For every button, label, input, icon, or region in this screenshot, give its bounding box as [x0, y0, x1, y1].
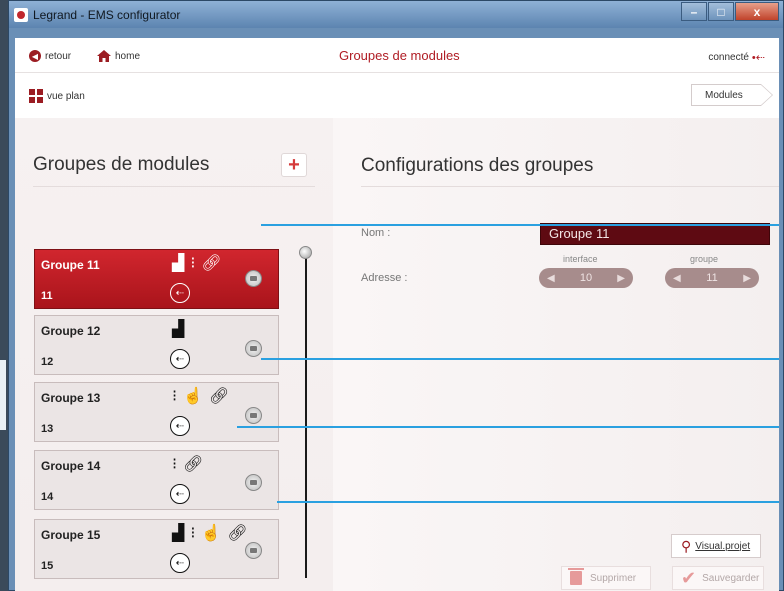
- traffic-light-icon: ⁝: [190, 255, 196, 272]
- name-label: Nom :: [361, 227, 391, 239]
- visual-projet-button[interactable]: ⚲ Visual.projet: [671, 534, 761, 558]
- link-icon: 🔗︎: [209, 388, 230, 405]
- groupe-value: 11: [706, 272, 718, 284]
- modules-tab[interactable]: Modules: [691, 84, 773, 106]
- visual-projet-label: Visual.projet: [695, 540, 751, 552]
- connector-line: [261, 358, 779, 360]
- hand-pointer-icon: ☝: [201, 525, 222, 542]
- back-arrow-icon: ◀: [29, 50, 41, 62]
- hand-pointer-icon: ☝: [183, 388, 204, 405]
- save-button[interactable]: ✔ Sauvegarder: [672, 566, 764, 590]
- traffic-light-icon: ⁝: [172, 456, 178, 473]
- configuration-title: Configurations des groupes: [361, 155, 594, 176]
- connection-label: connecté: [708, 52, 749, 63]
- close-button[interactable]: x: [735, 2, 779, 21]
- title-bar: Legrand - EMS configurator – □ x: [9, 1, 783, 28]
- group-name: Groupe 14: [41, 459, 101, 473]
- search-icon: ⚲: [681, 537, 692, 554]
- vue-plan-label: vue plan: [47, 90, 85, 102]
- group-card-11[interactable]: Groupe 11 ▟ ⁝ 🔗︎ 11 ⇠: [34, 249, 279, 309]
- usb-icon: ⇠: [170, 416, 190, 436]
- traffic-light-icon: ⁝: [172, 388, 178, 405]
- groups-panel: Groupes de modules + Groupe 11 ▟ ⁝ 🔗︎ 11…: [15, 118, 333, 591]
- desktop-edge: [0, 360, 6, 430]
- save-label: Sauvegarder: [702, 572, 760, 584]
- header: ◀ retour home Groupes de modules connect…: [15, 38, 779, 118]
- group-name-field[interactable]: Groupe 11: [540, 223, 770, 245]
- address-label: Adresse :: [361, 272, 408, 284]
- group-connector-handle[interactable]: [245, 270, 262, 287]
- group-number: 13: [41, 423, 54, 435]
- decrement-icon[interactable]: ◀: [547, 273, 555, 284]
- groupe-caption: groupe: [690, 254, 719, 264]
- group-connector-handle[interactable]: [245, 340, 262, 357]
- header-divider: [15, 72, 779, 73]
- check-icon: ✔: [681, 568, 697, 588]
- link-icon: 🔗︎: [227, 525, 248, 542]
- groupe-stepper[interactable]: ◀ 11 ▶: [665, 268, 759, 288]
- chart-icon: ▟: [172, 321, 185, 338]
- page-title: Groupes de modules: [339, 48, 460, 63]
- interface-value: 10: [579, 272, 593, 284]
- group-card-12[interactable]: Groupe 12 ▟ 12 ⇠: [34, 315, 279, 375]
- group-name: Groupe 12: [41, 324, 101, 338]
- connector-line: [237, 426, 779, 428]
- back-label: retour: [45, 50, 72, 62]
- configuration-divider: [361, 186, 779, 187]
- group-connector-handle[interactable]: [245, 407, 262, 424]
- vue-plan-button[interactable]: vue plan: [29, 89, 85, 103]
- link-icon: 🔗︎: [183, 456, 204, 473]
- app-logo-icon: [14, 8, 28, 22]
- client-area: ◀ retour home Groupes de modules connect…: [15, 38, 779, 591]
- scrollbar-handle[interactable]: [299, 246, 312, 259]
- minimize-button[interactable]: –: [681, 2, 707, 21]
- home-icon: [97, 50, 111, 62]
- usb-icon: ⇠: [170, 484, 190, 504]
- chart-icon: ▟: [172, 255, 185, 272]
- home-button[interactable]: home: [97, 50, 140, 62]
- add-group-button[interactable]: +: [281, 153, 307, 177]
- decrement-icon[interactable]: ◀: [673, 273, 681, 284]
- group-connector-handle[interactable]: [245, 542, 262, 559]
- usb-icon: ⇠: [170, 283, 190, 303]
- group-number: 12: [41, 356, 54, 368]
- group-number: 11: [41, 290, 53, 302]
- group-connector-handle[interactable]: [245, 474, 262, 491]
- usb-icon: •⇠: [751, 52, 765, 64]
- link-icon: 🔗︎: [201, 255, 222, 272]
- group-card-15[interactable]: Groupe 15 ▟ ⁝ ☝ 🔗︎ 15 ⇠: [34, 519, 279, 579]
- window-title: Legrand - EMS configurator: [33, 8, 181, 22]
- interface-caption: interface: [563, 254, 598, 264]
- usb-icon: ⇠: [170, 349, 190, 369]
- usb-icon: ⇠: [170, 553, 190, 573]
- home-label: home: [115, 50, 141, 62]
- maximize-button[interactable]: □: [708, 2, 734, 21]
- group-card-14[interactable]: Groupe 14 ⁝ 🔗︎ 14 ⇠: [34, 450, 279, 510]
- app-window: Legrand - EMS configurator – □ x ◀ retou…: [8, 0, 784, 591]
- floor-plan-icon: [29, 89, 43, 103]
- increment-icon[interactable]: ▶: [617, 273, 625, 284]
- increment-icon[interactable]: ▶: [743, 273, 751, 284]
- group-card-13[interactable]: Groupe 13 ⁝ ☝ 🔗︎ 13 ⇠: [34, 382, 279, 442]
- group-number: 15: [41, 560, 54, 572]
- group-name: Groupe 11: [41, 258, 100, 272]
- group-number: 14: [41, 491, 54, 503]
- groups-title: Groupes de modules: [33, 154, 210, 175]
- connection-status: connecté •⇠: [708, 51, 765, 64]
- traffic-light-icon: ⁝: [190, 525, 196, 542]
- chart-icon: ▟: [172, 525, 185, 542]
- group-name: Groupe 13: [41, 391, 101, 405]
- list-scrollbar[interactable]: [305, 254, 307, 578]
- back-button[interactable]: ◀ retour: [29, 50, 71, 62]
- configuration-panel: Configurations des groupes Nom : Groupe …: [333, 118, 779, 591]
- group-name: Groupe 15: [41, 528, 101, 542]
- connector-line: [261, 224, 779, 226]
- delete-button[interactable]: Supprimer: [561, 566, 651, 590]
- trash-icon: [568, 568, 584, 585]
- groups-divider: [33, 186, 315, 187]
- connector-line: [277, 501, 779, 503]
- interface-stepper[interactable]: ◀ 10 ▶: [539, 268, 633, 288]
- delete-label: Supprimer: [590, 572, 637, 584]
